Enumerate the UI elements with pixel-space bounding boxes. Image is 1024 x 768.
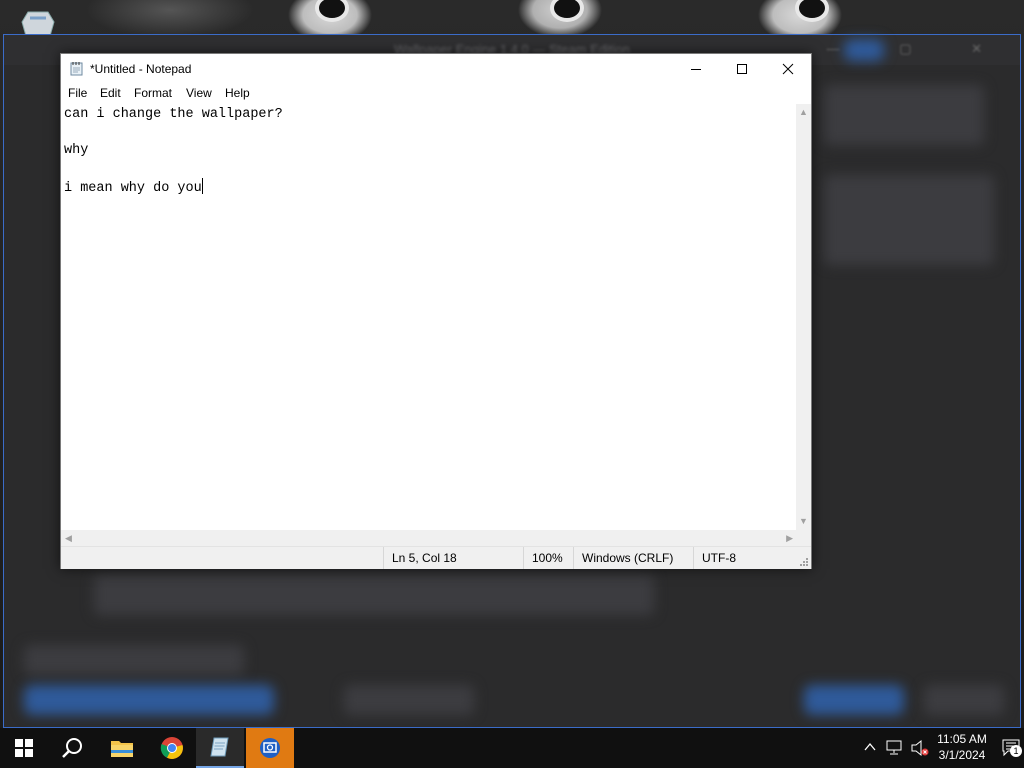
scrollbar-corner <box>796 530 811 546</box>
action-center-button[interactable]: 1 <box>1002 739 1022 757</box>
menu-bar: File Edit Format View Help <box>61 84 811 104</box>
menu-view[interactable]: View <box>183 86 215 100</box>
background-blur-block <box>344 685 474 715</box>
background-blur-block <box>24 645 244 675</box>
search-button[interactable] <box>48 728 96 768</box>
chevron-up-icon[interactable] <box>864 742 876 752</box>
clock-date: 3/1/2024 <box>938 748 986 762</box>
background-blur-block <box>94 575 654 615</box>
chrome-icon <box>160 737 183 759</box>
vertical-scrollbar[interactable]: ▲ ▼ <box>796 104 811 530</box>
wallpaper-engine-icon <box>260 738 280 758</box>
scroll-up-icon[interactable]: ▲ <box>799 108 808 117</box>
cursor-position: Ln 5, Col 18 <box>383 547 523 569</box>
network-icon[interactable] <box>886 740 904 756</box>
notepad-icon <box>210 737 229 757</box>
line-ending: Windows (CRLF) <box>573 547 693 569</box>
text-line: can i change the wallpaper? <box>64 107 283 122</box>
taskbar-file-explorer[interactable] <box>98 728 146 768</box>
minimize-button[interactable] <box>673 54 719 84</box>
text-line: i mean why do you <box>64 181 202 196</box>
menu-edit[interactable]: Edit <box>97 86 124 100</box>
maximize-icon <box>737 64 747 74</box>
status-bar: Ln 5, Col 18 100% Windows (CRLF) UTF-8 <box>61 546 811 569</box>
menu-format[interactable]: Format <box>131 86 175 100</box>
taskbar: 11:05 AM 3/1/2024 1 <box>0 728 1024 768</box>
text-line: why <box>64 143 89 158</box>
start-button[interactable] <box>0 728 48 768</box>
scroll-down-icon[interactable]: ▼ <box>799 517 808 526</box>
background-blur-block <box>924 685 1004 715</box>
close-icon <box>782 63 794 75</box>
speaker-muted-icon[interactable] <box>910 739 930 757</box>
background-blur-block <box>824 85 984 145</box>
text-caret <box>201 178 203 194</box>
close-button[interactable] <box>765 54 811 84</box>
windows-start-icon <box>15 739 33 757</box>
file-explorer-icon <box>111 741 133 757</box>
scroll-left-icon[interactable]: ◀ <box>65 534 72 543</box>
clock-time: 11:05 AM <box>937 732 987 746</box>
background-blur-block <box>844 39 884 61</box>
minimize-icon <box>691 69 701 70</box>
clock[interactable]: 11:05 AM 3/1/2024 <box>932 731 992 763</box>
document-text: can i change the wallpaper? why i mean w… <box>61 104 797 200</box>
menu-help[interactable]: Help <box>222 86 253 100</box>
wallpaper-eye <box>315 0 349 22</box>
menu-file[interactable]: File <box>65 86 90 100</box>
text-editor-area[interactable]: can i change the wallpaper? why i mean w… <box>61 104 797 530</box>
system-tray: 11:05 AM 3/1/2024 1 <box>824 728 1024 768</box>
background-blur-block <box>804 685 904 715</box>
zoom-level: 100% <box>523 547 573 569</box>
wallpaper-eye <box>795 0 829 22</box>
window-title: *Untitled - Notepad <box>90 62 192 76</box>
notepad-titlebar[interactable]: *Untitled - Notepad <box>61 54 811 84</box>
encoding: UTF-8 <box>693 547 803 569</box>
wallpaper-eye <box>550 0 584 22</box>
taskbar-wallpaper-engine[interactable] <box>246 728 294 768</box>
notepad-app-icon <box>70 62 83 76</box>
maximize-button[interactable] <box>719 54 765 84</box>
taskbar-chrome[interactable] <box>148 728 196 768</box>
scroll-right-icon[interactable]: ▶ <box>786 534 793 543</box>
resize-grip-icon[interactable] <box>799 557 809 567</box>
search-icon <box>62 738 82 758</box>
taskbar-notepad[interactable] <box>196 728 244 768</box>
horizontal-scrollbar[interactable]: ◀ ▶ <box>61 530 797 546</box>
notepad-window[interactable]: *Untitled - Notepad File Edit Format Vie… <box>60 53 812 569</box>
notification-count-badge: 1 <box>1010 745 1022 757</box>
background-blur-block <box>24 685 274 715</box>
background-blur-block <box>824 175 994 265</box>
